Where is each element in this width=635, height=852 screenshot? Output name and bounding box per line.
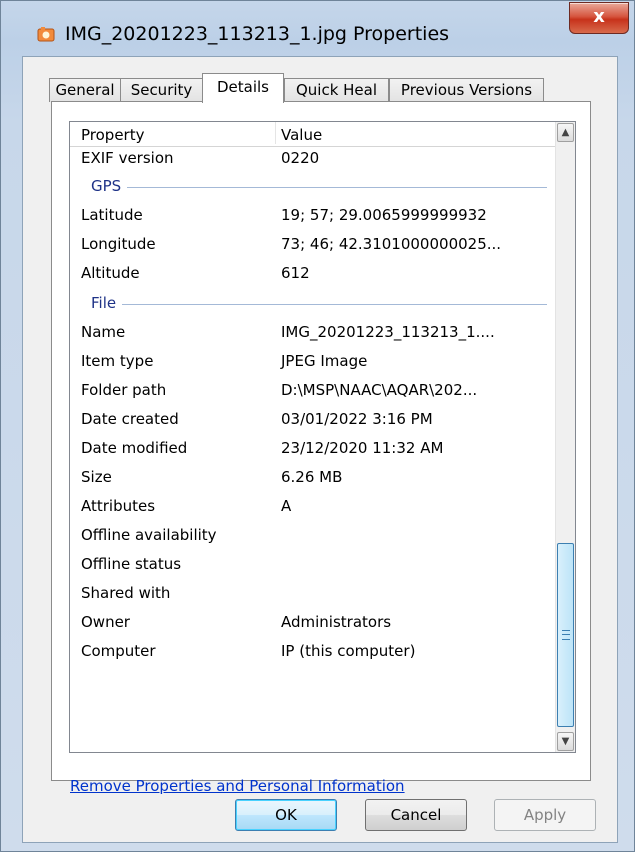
properties-dialog: IMG_20201223_113213_1.jpg Properties x G…	[0, 0, 635, 852]
tab-quick-heal[interactable]: Quick Heal	[284, 78, 389, 102]
column-header-property[interactable]: Property	[81, 122, 144, 146]
list-item[interactable]: Folder path D:\MSP\NAAC\AQAR\202...	[70, 378, 555, 407]
ok-button[interactable]: OK	[235, 799, 337, 831]
list-item[interactable]: EXIF version 0220	[70, 146, 555, 175]
group-divider	[91, 304, 547, 305]
property-value: 23/12/2020 11:32 AM	[281, 439, 444, 457]
group-header-file: File	[70, 292, 555, 318]
property-name: Longitude	[81, 235, 156, 253]
property-value: 19; 57; 29.0065999999932	[281, 206, 487, 224]
property-value: D:\MSP\NAAC\AQAR\202...	[281, 381, 478, 399]
close-button[interactable]: x	[569, 2, 629, 34]
property-value: 0220	[281, 149, 320, 167]
property-name: Date modified	[81, 439, 188, 457]
list-item[interactable]: Owner Administrators	[70, 610, 555, 639]
property-name: Offline availability	[81, 526, 217, 544]
property-value: 73; 46; 42.3101000000025...	[281, 235, 502, 253]
jpeg-file-icon	[37, 27, 55, 42]
property-value: Administrators	[281, 613, 392, 631]
list-item[interactable]: Size 6.26 MB	[70, 465, 555, 494]
dialog-client-area: General Security Details Quick Heal Prev…	[22, 56, 618, 843]
arrow-down-icon: ▼	[561, 736, 570, 747]
property-value: 6.26 MB	[281, 468, 343, 486]
property-name: Computer	[81, 642, 156, 660]
list-item[interactable]: Latitude 19; 57; 29.0065999999932	[70, 203, 555, 232]
column-header-value[interactable]: Value	[281, 122, 322, 146]
property-name: Latitude	[81, 206, 143, 224]
property-name: Name	[81, 323, 126, 341]
list-item[interactable]: Attributes A	[70, 494, 555, 523]
property-name: Altitude	[81, 264, 140, 282]
grip-icon	[562, 630, 570, 640]
window-title: IMG_20201223_113213_1.jpg Properties	[65, 23, 450, 45]
property-value: A	[281, 497, 292, 515]
property-name: Shared with	[81, 584, 171, 602]
property-value: JPEG Image	[281, 352, 368, 370]
group-label: GPS	[91, 177, 128, 195]
group-divider	[91, 187, 547, 188]
scroll-up-button[interactable]: ▲	[557, 123, 574, 142]
property-name: Folder path	[81, 381, 167, 399]
tab-security[interactable]: Security	[120, 78, 203, 102]
property-value: 03/01/2022 3:16 PM	[281, 410, 433, 428]
list-item[interactable]: Offline status	[70, 552, 555, 581]
arrow-up-icon: ▲	[561, 127, 570, 138]
scroll-down-button[interactable]: ▼	[557, 732, 574, 751]
property-name: EXIF version	[81, 149, 174, 167]
list-item[interactable]: Altitude 612	[70, 261, 555, 290]
property-value: 612	[281, 264, 310, 282]
list-item[interactable]: Offline availability	[70, 523, 555, 552]
column-separator[interactable]	[275, 122, 276, 144]
tab-details[interactable]: Details	[202, 73, 284, 103]
list-item[interactable]: Date modified 23/12/2020 11:32 AM	[70, 436, 555, 465]
list-item[interactable]: Item type JPEG Image	[70, 349, 555, 378]
apply-button[interactable]: Apply	[494, 799, 596, 831]
tab-general[interactable]: General	[49, 78, 121, 102]
scrollbar-thumb[interactable]	[557, 543, 574, 727]
property-name: Offline status	[81, 555, 182, 573]
list-item[interactable]: Longitude 73; 46; 42.3101000000025...	[70, 232, 555, 261]
list-item[interactable]: Name IMG_20201223_113213_1....	[70, 320, 555, 349]
property-name: Owner	[81, 613, 130, 631]
property-name: Size	[81, 468, 112, 486]
property-value: IMG_20201223_113213_1....	[281, 323, 495, 341]
group-label: File	[91, 294, 123, 312]
list-item[interactable]: Shared with	[70, 581, 555, 610]
details-tab-page: Property Value EXIF version 0220 GPS Lat…	[51, 101, 591, 795]
close-icon: x	[593, 6, 605, 27]
list-item[interactable]: Computer IP (this computer)	[70, 639, 555, 668]
remove-properties-link[interactable]: Remove Properties and Personal Informati…	[70, 777, 405, 795]
list-header: Property Value	[70, 122, 555, 147]
property-name: Date created	[81, 410, 179, 428]
property-name: Item type	[81, 352, 154, 370]
title-bar[interactable]: IMG_20201223_113213_1.jpg Properties x	[1, 1, 634, 63]
group-header-gps: GPS	[70, 175, 555, 201]
property-value: IP (this computer)	[281, 642, 416, 660]
property-name: Attributes	[81, 497, 156, 515]
tab-previous-versions[interactable]: Previous Versions	[389, 78, 544, 102]
vertical-scrollbar[interactable]: ▲ ▼	[555, 122, 575, 752]
cancel-button[interactable]: Cancel	[365, 799, 467, 831]
list-item[interactable]: Date created 03/01/2022 3:16 PM	[70, 407, 555, 436]
property-list[interactable]: Property Value EXIF version 0220 GPS Lat…	[69, 121, 576, 753]
